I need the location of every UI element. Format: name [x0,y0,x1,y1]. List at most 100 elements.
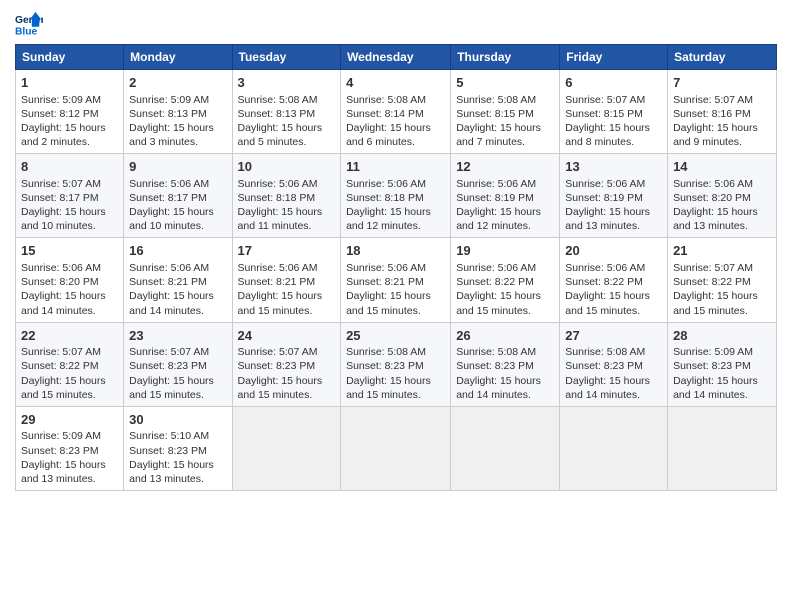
sunrise-label: Sunrise: 5:09 AM [673,346,753,358]
sunset-label: Sunset: 8:22 PM [565,276,643,288]
table-row: 19Sunrise: 5:06 AMSunset: 8:22 PMDayligh… [451,238,560,322]
day-number: 23 [129,327,226,345]
daylight-minutes: and 13 minutes. [129,473,204,485]
sunset-label: Sunset: 8:17 PM [129,192,207,204]
sunset-label: Sunset: 8:17 PM [21,192,99,204]
table-row: 30Sunrise: 5:10 AMSunset: 8:23 PMDayligh… [124,406,232,490]
day-number: 11 [346,158,445,176]
table-row: 2Sunrise: 5:09 AMSunset: 8:13 PMDaylight… [124,70,232,154]
daylight-label: Daylight: 15 hours [456,290,541,302]
sunrise-label: Sunrise: 5:08 AM [238,94,318,106]
daylight-label: Daylight: 15 hours [238,375,323,387]
daylight-minutes: and 14 minutes. [565,389,640,401]
sunrise-label: Sunrise: 5:08 AM [346,94,426,106]
daylight-minutes: and 8 minutes. [565,136,634,148]
col-wednesday: Wednesday [341,45,451,70]
sunset-label: Sunset: 8:23 PM [238,360,316,372]
daylight-minutes: and 14 minutes. [21,305,96,317]
sunrise-label: Sunrise: 5:06 AM [346,178,426,190]
daylight-label: Daylight: 15 hours [673,206,758,218]
daylight-minutes: and 11 minutes. [238,220,312,232]
table-row: 20Sunrise: 5:06 AMSunset: 8:22 PMDayligh… [560,238,668,322]
sunrise-label: Sunrise: 5:07 AM [238,346,318,358]
table-row: 25Sunrise: 5:08 AMSunset: 8:23 PMDayligh… [341,322,451,406]
daylight-minutes: and 13 minutes. [565,220,640,232]
sunset-label: Sunset: 8:22 PM [456,276,534,288]
sunrise-label: Sunrise: 5:06 AM [238,178,318,190]
daylight-minutes: and 10 minutes. [129,220,204,232]
table-row: 4Sunrise: 5:08 AMSunset: 8:14 PMDaylight… [341,70,451,154]
sunset-label: Sunset: 8:18 PM [238,192,316,204]
table-row: 21Sunrise: 5:07 AMSunset: 8:22 PMDayligh… [668,238,777,322]
daylight-label: Daylight: 15 hours [673,290,758,302]
daylight-label: Daylight: 15 hours [456,375,541,387]
daylight-minutes: and 15 minutes. [129,389,204,401]
sunset-label: Sunset: 8:19 PM [565,192,643,204]
daylight-minutes: and 3 minutes. [129,136,198,148]
table-row [232,406,341,490]
daylight-label: Daylight: 15 hours [565,290,650,302]
day-number: 15 [21,242,118,260]
table-row: 24Sunrise: 5:07 AM Sunset: 8:23 PM Dayligh… [232,322,341,406]
col-monday: Monday [124,45,232,70]
day-number: 8 [21,158,118,176]
day-number: 20 [565,242,662,260]
sunset-label: Sunset: 8:13 PM [129,108,207,120]
col-tuesday: Tuesday [232,45,341,70]
daylight-minutes: and 15 minutes. [21,389,96,401]
header: General Blue [15,10,777,38]
sunrise-label: Sunrise: 5:07 AM [129,346,209,358]
day-number: 9 [129,158,226,176]
sunset-label: Sunset: 8:15 PM [565,108,643,120]
daylight-minutes: and 10 minutes. [21,220,96,232]
sunset-label: Sunset: 8:14 PM [346,108,424,120]
daylight-minutes: and 15 minutes. [346,389,421,401]
table-row: 15Sunrise: 5:06 AMSunset: 8:20 PMDayligh… [16,238,124,322]
table-row [560,406,668,490]
table-row: 11Sunrise: 5:06 AMSunset: 8:18 PMDayligh… [341,154,451,238]
sunrise-label: Sunrise: 5:06 AM [129,178,209,190]
table-row [668,406,777,490]
sunset-label: Sunset: 8:12 PM [21,108,99,120]
day-number: 28 [673,327,771,345]
sunrise-label: Sunrise: 5:06 AM [238,262,318,274]
sunrise-label: Sunrise: 5:08 AM [456,94,536,106]
daylight-minutes: and 2 minutes. [21,136,90,148]
main-container: General Blue Sunday Monday Tuesday Wedne… [0,0,792,501]
table-row [341,406,451,490]
daylight-minutes: and 14 minutes. [456,389,531,401]
sunset-label: Sunset: 8:20 PM [673,192,751,204]
day-number: 6 [565,74,662,92]
daylight-label: Daylight: 15 hours [346,122,431,134]
sunset-label: Sunset: 8:22 PM [21,360,99,372]
day-number: 24 [238,327,336,345]
day-number: 16 [129,242,226,260]
sunrise-label: Sunrise: 5:09 AM [21,94,101,106]
daylight-label: Daylight: 15 hours [129,375,214,387]
sunset-label: Sunset: 8:23 PM [346,360,424,372]
daylight-label: Daylight: 15 hours [129,459,214,471]
daylight-label: Daylight: 15 hours [21,375,106,387]
daylight-label: Daylight: 15 hours [673,375,758,387]
col-saturday: Saturday [668,45,777,70]
table-row: 16Sunrise: 5:06 AMSunset: 8:21 PMDayligh… [124,238,232,322]
daylight-label: Daylight: 15 hours [346,290,431,302]
sunset-label: Sunset: 8:23 PM [456,360,534,372]
sunrise-label: Sunrise: 5:06 AM [129,262,209,274]
sunrise-label: Sunrise: 5:06 AM [21,262,101,274]
daylight-minutes: and 15 minutes. [238,305,313,317]
table-row: 13Sunrise: 5:06 AMSunset: 8:19 PMDayligh… [560,154,668,238]
sunset-label: Sunset: 8:23 PM [21,445,99,457]
table-row: 29Sunrise: 5:09 AMSunset: 8:23 PMDayligh… [16,406,124,490]
table-row: 6Sunrise: 5:07 AMSunset: 8:15 PMDaylight… [560,70,668,154]
daylight-minutes: and 12 minutes. [346,220,421,232]
table-row: 3Sunrise: 5:08 AMSunset: 8:13 PMDaylight… [232,70,341,154]
daylight-label: Daylight: 15 hours [346,375,431,387]
daylight-label: Daylight: 15 hours [238,290,323,302]
daylight-minutes: and 15 minutes. [346,305,421,317]
day-number: 14 [673,158,771,176]
col-thursday: Thursday [451,45,560,70]
sunrise-label: Sunrise: 5:08 AM [456,346,536,358]
day-number: 13 [565,158,662,176]
sunrise-label: Sunrise: 5:06 AM [456,178,536,190]
